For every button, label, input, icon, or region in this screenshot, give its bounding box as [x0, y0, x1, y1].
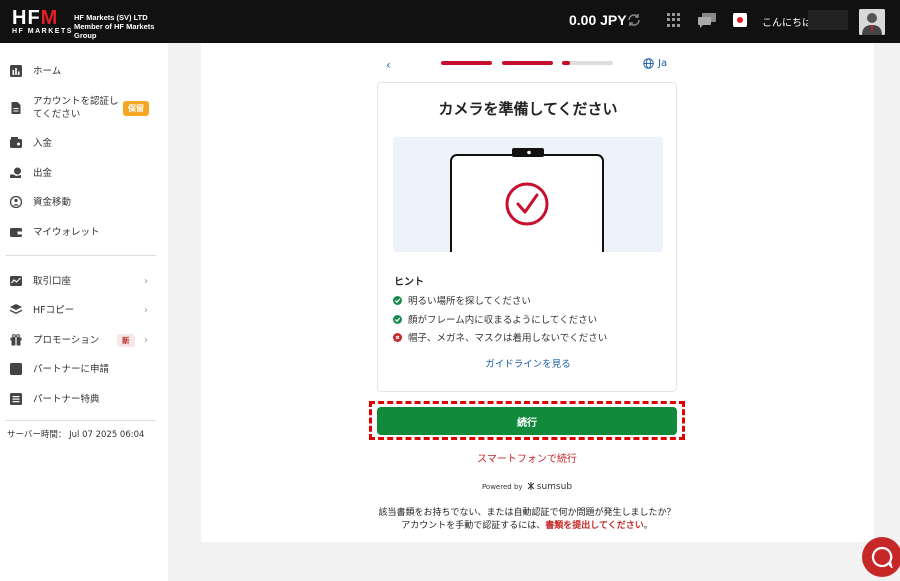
check-circle-icon [393, 314, 402, 324]
new-badge: 新 [117, 333, 135, 347]
chat-bubble-icon [871, 546, 893, 568]
progress-step-2 [502, 61, 553, 65]
hint-item: 明るい場所を探してください [393, 293, 531, 307]
sidebar-item-label: ホーム [33, 65, 62, 77]
hint-text: 帽子、メガネ、マスクは着用しないでください [408, 333, 608, 344]
logo-text: HF [12, 7, 41, 29]
sidebar-item-promotions[interactable]: プロモーション 新 › [0, 327, 168, 353]
logo-m: M [40, 7, 59, 29]
company-line-1: HF Markets (SV) LTD [74, 13, 148, 22]
avatar[interactable] [859, 9, 885, 35]
japan-flag-icon[interactable] [733, 13, 747, 27]
layers-icon [10, 304, 22, 314]
user-name-redacted [808, 10, 848, 30]
page-title: カメラを準備してください [438, 100, 618, 118]
apps-grid-icon[interactable] [667, 13, 681, 27]
partner-icon [10, 363, 22, 375]
sidebar-item-deposit[interactable]: 入金 [0, 130, 168, 156]
progress-step-1 [441, 61, 492, 65]
hint-item: 帽子、メガネ、マスクは着用しないでください [393, 330, 607, 344]
powered-by-sumsub: Powered by sumsub [481, 482, 573, 492]
sidebar-item-label: HFコピー [33, 304, 75, 316]
sidebar-item-label: パートナーに申請 [33, 363, 110, 375]
phone-check-icon [450, 148, 604, 252]
wallet-in-icon [10, 137, 22, 148]
user-avatar-icon [859, 9, 885, 35]
server-time: サーバー時間： Jul 07 2025 06:04 [7, 430, 145, 440]
hint-title: ヒント [394, 277, 424, 288]
sidebar-item-partner-benefits[interactable]: パートナー特典 [0, 386, 168, 412]
sidebar-item-home[interactable]: ホーム [0, 58, 168, 84]
help-text-line-2: アカウントを手動で認証するには、書類を提出してください。 [401, 521, 653, 531]
account-balance: 0.00 JPY [569, 12, 627, 28]
status-badge-pending: 保留 [123, 100, 149, 116]
language-selector[interactable]: Ja [643, 58, 667, 69]
greeting-text: こんにちは [762, 18, 812, 29]
hint-item: 顔がフレーム内に収まるようにしてください [393, 312, 597, 326]
progress-step-3-fill [562, 61, 570, 65]
sidebar-item-label: 出金 [33, 167, 53, 179]
help-text-line-1: 該当書類をお持ちでない、または自動認証で何か問題が発生しましたか？ [378, 508, 676, 518]
hint-text: 明るい場所を探してください [408, 296, 531, 307]
top-bar: HFM HF MARKETS HF Markets (SV) LTD Membe… [0, 0, 900, 43]
gift-icon [10, 334, 22, 346]
chart-line-icon [10, 276, 22, 286]
sidebar: ホーム アカウントを認証し てください 保留 入金 出金 資金移動 マイウォレット… [0, 43, 168, 581]
camera-illustration [393, 137, 663, 252]
sidebar-item-label: プロモーション [33, 334, 100, 346]
sidebar-item-verify-account[interactable]: アカウントを認証し てください 保留 [0, 93, 168, 123]
sidebar-item-hf-copy[interactable]: HFコピー › [0, 297, 168, 323]
continue-button[interactable]: 続行 [377, 407, 677, 435]
camera-prep-card: カメラを準備してください ヒント 明るい場所を探してください 顔がフレーム内に収… [377, 82, 677, 392]
x-circle-icon [393, 332, 402, 342]
company-name: HF Markets (SV) LTD Member of HF Markets… [74, 13, 174, 40]
chevron-right-icon: › [144, 275, 148, 287]
chevron-right-icon: › [144, 334, 148, 346]
refresh-icon[interactable] [626, 12, 642, 28]
continue-on-phone-link[interactable]: スマートフォンで続行 [377, 450, 677, 465]
sidebar-divider [6, 255, 156, 256]
language-label: Ja [658, 58, 668, 69]
sidebar-item-label: 入金 [33, 137, 53, 149]
document-icon [11, 102, 21, 114]
sidebar-divider [6, 420, 156, 421]
globe-icon [643, 58, 654, 69]
messages-icon[interactable] [697, 12, 717, 28]
sidebar-item-partner-apply[interactable]: パートナーに申請 [0, 356, 168, 382]
chevron-right-icon: › [144, 304, 148, 316]
chart-bar-icon [10, 65, 22, 77]
progress-step-3 [562, 61, 613, 65]
sidebar-item-label: 資金移動 [33, 196, 72, 208]
transfer-icon [10, 196, 22, 208]
sidebar-item-trading-accounts[interactable]: 取引口座 › [0, 268, 168, 294]
sidebar-item-my-wallet[interactable]: マイウォレット [0, 219, 168, 245]
sidebar-item-transfer[interactable]: 資金移動 [0, 189, 168, 215]
check-circle-icon [393, 295, 402, 305]
sidebar-item-label: 取引口座 [33, 275, 72, 287]
guidelines-link[interactable]: ガイドラインを見る [378, 356, 678, 370]
sidebar-item-label: マイウォレット [33, 226, 100, 238]
sumsub-logo-icon [527, 482, 535, 490]
hint-text: 顔がフレーム内に収まるようにしてください [408, 315, 598, 326]
sidebar-item-label: パートナー特典 [33, 393, 100, 405]
hand-coin-icon [10, 167, 21, 178]
sidebar-item-withdraw[interactable]: 出金 [0, 160, 168, 186]
wallet-icon [10, 228, 22, 237]
sidebar-item-label: アカウントを認証し てください [33, 96, 119, 120]
submit-documents-link[interactable]: 書類を提出してください [545, 521, 643, 531]
list-icon [10, 393, 22, 405]
back-arrow-icon[interactable]: ‹ [386, 58, 391, 72]
hfm-logo[interactable]: HFM HF MARKETS HF Markets (SV) LTD Membe… [12, 7, 172, 40]
live-chat-button[interactable] [862, 537, 900, 577]
logo-subtitle: HF MARKETS [12, 28, 73, 35]
company-line-2: Member of HF Markets Group [74, 22, 155, 40]
